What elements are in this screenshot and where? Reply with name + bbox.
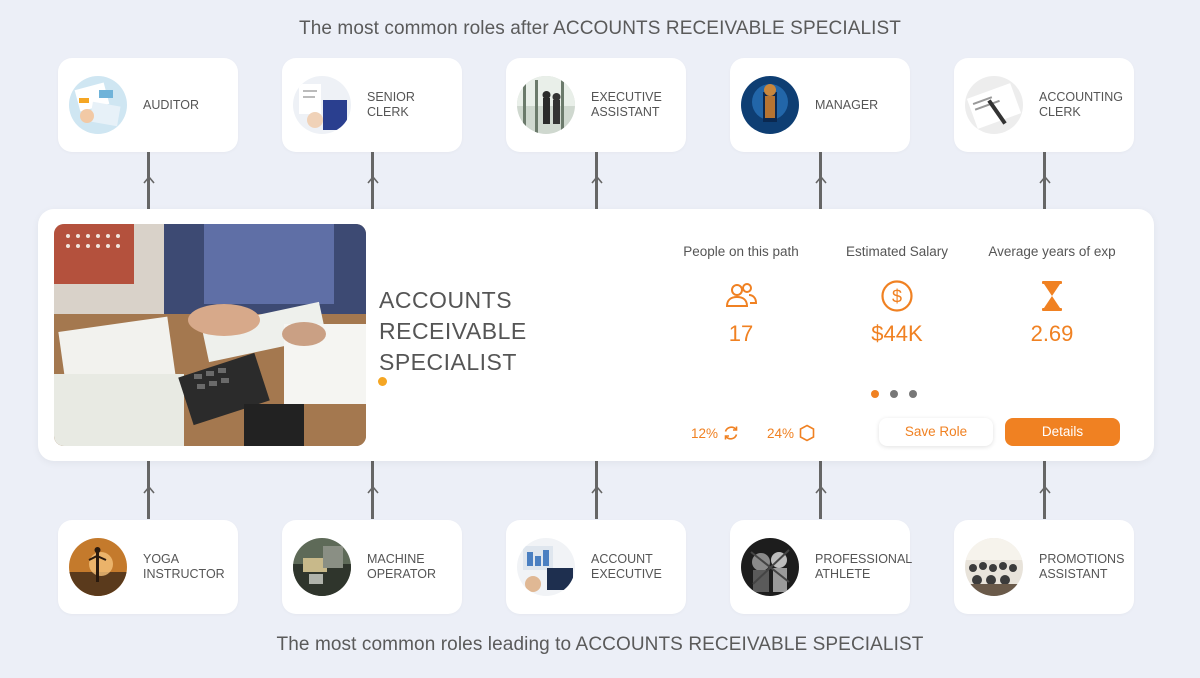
arrow-up-icon (1039, 176, 1051, 184)
dollar-icon: $ (880, 279, 914, 313)
professional-athlete-photo (741, 538, 799, 596)
role-card-yoga-instructor[interactable]: YOGA INSTRUCTOR (58, 520, 238, 614)
role-label: ACCOUNT EXECUTIVE (591, 552, 662, 581)
details-button[interactable]: Details (1005, 418, 1120, 446)
accounting-clerk-photo (965, 76, 1023, 134)
stat-value: 2.69 (1030, 321, 1074, 346)
hourglass-icon (1035, 279, 1069, 313)
arrow-up-icon (143, 176, 155, 184)
current-role-card: ACCOUNTS RECEIVABLE SPECIALIST People on… (38, 209, 1154, 461)
machine-operator-photo (293, 538, 351, 596)
senior-clerk-photo (293, 76, 351, 134)
hexagon-icon (799, 424, 815, 442)
people-icon (724, 279, 758, 313)
role-card-auditor[interactable]: AUDITOR (58, 58, 238, 152)
account-executive-photo (517, 538, 575, 596)
promotions-assistant-photo (965, 538, 1023, 596)
role-label: PROMOTIONS ASSISTANT (1039, 552, 1125, 581)
role-card-manager[interactable]: MANAGER (730, 58, 910, 152)
role-card-promotions-assistant[interactable]: PROMOTIONS ASSISTANT (954, 520, 1134, 614)
arrow-up-icon (367, 486, 379, 494)
role-label: PROFESSIONAL ATHLETE (815, 552, 913, 581)
arrow-up-icon (815, 176, 827, 184)
role-title: ACCOUNTS RECEIVABLE SPECIALIST (379, 287, 527, 375)
stat-value: 17 (728, 321, 754, 346)
arrow-up-icon (815, 486, 827, 494)
title-indicator-dot (378, 377, 387, 386)
stat-label: Estimated Salary (845, 244, 949, 259)
role-label: SENIOR CLERK (367, 90, 415, 119)
metric-value: 24% (767, 425, 795, 441)
yoga-instructor-photo (69, 538, 127, 596)
metric-value: 12% (691, 425, 719, 441)
pager-dot[interactable] (890, 390, 898, 398)
stats-pager (871, 390, 917, 398)
role-label: EXECUTIVE ASSISTANT (591, 90, 662, 119)
save-role-button[interactable]: Save Role (879, 418, 993, 446)
stat-salary: Estimated Salary $ $44K (822, 244, 972, 347)
pager-dot[interactable] (871, 390, 879, 398)
arrow-up-icon (1039, 486, 1051, 494)
next-roles-heading: The most common roles after ACCOUNTS REC… (298, 18, 902, 39)
stat-label: People on this path (683, 244, 799, 259)
auditor-photo (69, 76, 127, 134)
arrow-up-icon (143, 486, 155, 494)
previous-roles-heading: The most common roles leading to ACCOUNT… (276, 634, 924, 655)
role-card-accounting-clerk[interactable]: ACCOUNTING CLERK (954, 58, 1134, 152)
metric-first: 12% (691, 424, 740, 442)
role-card-senior-clerk[interactable]: SENIOR CLERK (282, 58, 462, 152)
role-card-professional-athlete[interactable]: PROFESSIONAL ATHLETE (730, 520, 913, 614)
stat-experience: Average years of exp 2.69 (977, 244, 1127, 347)
role-card-machine-operator[interactable]: MACHINE OPERATOR (282, 520, 462, 614)
refresh-icon (724, 426, 738, 440)
role-photo (54, 224, 366, 446)
arrow-up-icon (591, 486, 603, 494)
role-label: ACCOUNTING CLERK (1039, 90, 1124, 119)
manager-photo (741, 76, 799, 134)
arrow-up-icon (367, 176, 379, 184)
arrow-up-icon (591, 176, 603, 184)
stat-people: People on this path 17 (666, 244, 816, 347)
role-label: YOGA INSTRUCTOR (143, 552, 225, 581)
stat-value: $44K (871, 321, 923, 346)
role-card-executive-assistant[interactable]: EXECUTIVE ASSISTANT (506, 58, 686, 152)
role-label: MANAGER (815, 97, 879, 112)
role-card-account-executive[interactable]: ACCOUNT EXECUTIVE (506, 520, 686, 614)
svg-text:$: $ (892, 287, 902, 307)
metric-second: 24% (767, 424, 816, 442)
executive-assistant-photo (517, 76, 575, 134)
role-label: AUDITOR (143, 97, 200, 112)
stat-label: Average years of exp (988, 244, 1116, 259)
pager-dot[interactable] (909, 390, 917, 398)
role-label: MACHINE OPERATOR (367, 552, 436, 581)
